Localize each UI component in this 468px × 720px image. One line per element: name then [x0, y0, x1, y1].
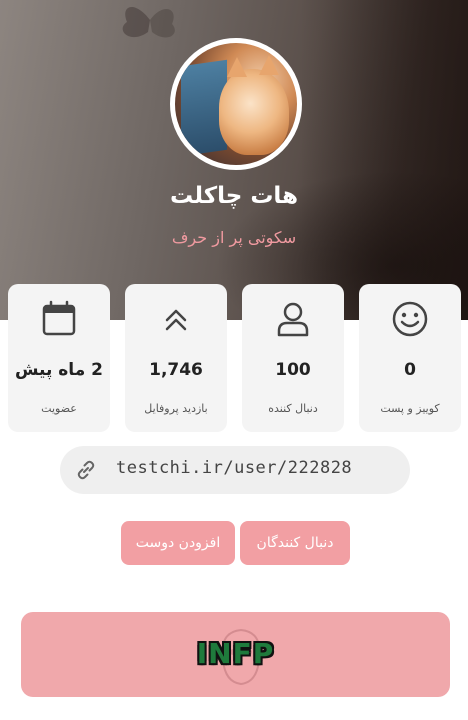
link-icon	[77, 460, 95, 480]
avatar[interactable]	[170, 38, 302, 170]
avatar-cat-ear	[227, 57, 247, 77]
stats-row: 0 کوییز و پست 100 دنبال کننده 1,746 بازد…	[8, 284, 464, 432]
smiley-icon	[392, 301, 428, 337]
chevrons-up-icon	[165, 309, 187, 331]
stat-card-followers[interactable]: 100 دنبال کننده	[242, 284, 344, 432]
stat-label: کوییز و پست	[380, 402, 440, 415]
followers-button[interactable]: دنبال کنندگان	[240, 521, 350, 565]
profile-link[interactable]: testchi.ir/user/222828	[60, 446, 410, 494]
stat-value: 0	[404, 360, 416, 380]
avatar-cat	[219, 69, 289, 155]
stat-label: عضویت	[41, 402, 77, 415]
avatar-cat-ear	[259, 55, 279, 75]
user-icon	[277, 302, 309, 337]
stat-value: 100	[275, 360, 311, 380]
add-friend-button[interactable]: افزودن دوست	[121, 521, 235, 565]
stat-card-profile-views[interactable]: 1,746 بازدید پروفایل	[125, 284, 227, 432]
profile-bio: سکوتی پر از حرف	[171, 228, 297, 247]
stat-label: بازدید پروفایل	[144, 402, 208, 415]
stat-card-posts[interactable]: 0 کوییز و پست	[359, 284, 461, 432]
stat-value: 1,746	[149, 360, 203, 380]
stat-value: 2 ماه پیش	[15, 360, 103, 380]
stat-label: دنبال کننده	[268, 402, 318, 415]
stat-card-membership[interactable]: 2 ماه پیش عضویت	[8, 284, 110, 432]
calendar-icon	[42, 300, 76, 336]
profile-name: هات چاکلت	[169, 183, 299, 209]
butterfly-shadow-icon	[122, 7, 175, 38]
profile-link-url[interactable]: testchi.ir/user/222828	[116, 458, 352, 478]
personality-type: INFP	[196, 637, 275, 670]
personality-type-card[interactable]: INFP	[21, 612, 450, 697]
